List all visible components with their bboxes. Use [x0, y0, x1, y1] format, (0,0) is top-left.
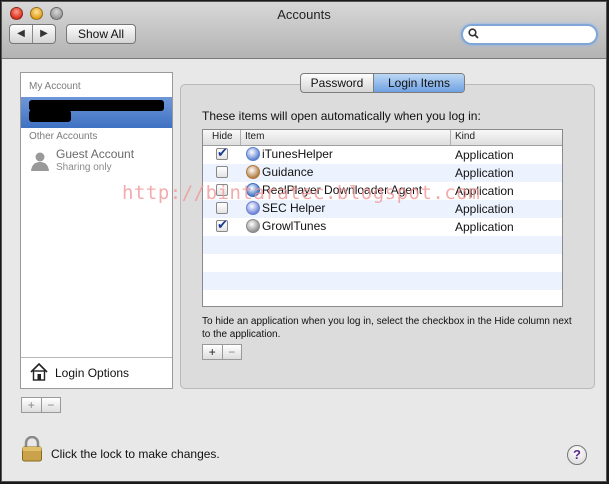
guest-account-name[interactable]: Guest Account — [56, 147, 134, 161]
selected-account[interactable] — [21, 97, 172, 128]
add-login-item-button[interactable]: + — [203, 345, 223, 359]
table-row — [203, 236, 562, 254]
hide-checkbox[interactable] — [216, 217, 228, 233]
tab-password[interactable]: Password — [301, 74, 374, 92]
table-row — [203, 272, 562, 290]
hide-checkbox[interactable] — [216, 145, 228, 161]
column-kind[interactable]: Kind — [455, 131, 475, 142]
column-divider — [450, 130, 451, 145]
window-title: Accounts — [277, 7, 331, 22]
tab-login-items[interactable]: Login Items — [374, 74, 464, 92]
user-silhouette-icon — [31, 152, 49, 171]
column-hide[interactable]: Hide — [212, 131, 233, 142]
item-kind: Application — [455, 166, 514, 180]
my-account-header: My Account — [29, 81, 81, 92]
guest-account-subtitle: Sharing only — [56, 162, 112, 173]
itunes-icon — [246, 147, 260, 161]
table-header: Hide Item Kind — [203, 130, 562, 146]
hide-checkbox[interactable] — [216, 166, 228, 178]
house-icon — [246, 165, 260, 179]
growl-icon — [246, 219, 260, 233]
login-options-item[interactable]: Login Options — [21, 357, 172, 388]
table-row[interactable]: Guidance Application — [203, 164, 562, 182]
redaction-mark — [29, 110, 71, 122]
item-name: iTunesHelper — [262, 147, 333, 161]
item-kind: Application — [455, 202, 514, 216]
watermark-text: http://bintaratec.blogspot.com — [122, 182, 481, 204]
house-icon — [30, 362, 48, 381]
other-accounts-header: Other Accounts — [29, 131, 98, 142]
lock-icon[interactable] — [21, 436, 43, 462]
login-items-intro: These items will open automatically when… — [202, 109, 481, 123]
column-item[interactable]: Item — [245, 131, 264, 142]
add-account-button[interactable]: + — [22, 398, 42, 412]
item-kind: Application — [455, 220, 514, 234]
login-item-add-remove: + − — [202, 344, 242, 360]
login-options-label: Login Options — [55, 366, 130, 380]
lock-message: Click the lock to make changes. — [51, 447, 220, 461]
tab-bar: Password Login Items — [300, 73, 465, 93]
table-row — [203, 254, 562, 272]
table-row[interactable]: iTunesHelper Application — [203, 145, 562, 164]
item-kind: Application — [455, 148, 514, 162]
item-name: GrowlTunes — [262, 219, 327, 233]
item-name: Guidance — [262, 165, 314, 179]
login-items-table: Hide Item Kind iTunesHelperApplicationGu… — [202, 129, 563, 307]
forward-button[interactable]: ▶ — [33, 25, 55, 43]
table-row[interactable]: GrowlTunes Application — [203, 217, 562, 236]
search-icon — [468, 28, 479, 42]
back-button[interactable]: ◀ — [10, 25, 33, 43]
search-field[interactable] — [461, 24, 598, 45]
show-all-button[interactable]: Show All — [66, 24, 136, 44]
remove-account-button[interactable]: − — [42, 398, 61, 412]
accounts-list: My Account Other Accounts Guest Account … — [20, 72, 173, 389]
help-button[interactable]: ? — [567, 445, 587, 465]
hide-help-text: To hide an application when you log in, … — [202, 316, 572, 340]
remove-login-item-button[interactable]: − — [223, 345, 242, 359]
account-add-remove: + − — [21, 397, 61, 413]
back-forward-control: ◀ ▶ — [9, 24, 56, 44]
column-divider — [240, 130, 241, 145]
